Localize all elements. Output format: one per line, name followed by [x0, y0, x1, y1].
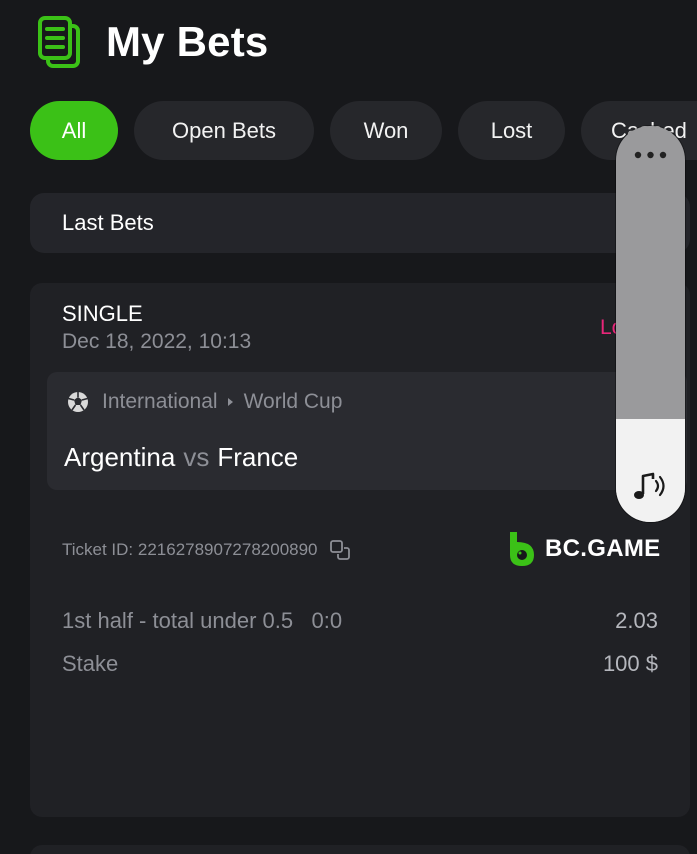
stake-value: 100 $ — [602, 651, 658, 676]
tab-won[interactable]: Won — [330, 101, 442, 160]
brand-name: BC.GAME — [545, 535, 661, 562]
tab-lost[interactable]: Lost — [458, 101, 565, 160]
bet-type: SINGLE — [62, 301, 143, 326]
stake-row: Stake 100 $ — [62, 651, 658, 677]
league-tournament: World Cup — [243, 390, 343, 413]
volume-slider-overlay[interactable] — [616, 126, 685, 522]
market-score: 0:0 — [311, 608, 343, 633]
copy-icon[interactable] — [329, 539, 351, 561]
next-bet-card[interactable] — [30, 845, 690, 854]
page-title: My Bets — [106, 18, 269, 65]
league-breadcrumb: International World Cup — [67, 390, 342, 414]
market-info: 1st half - total under 0.5 0:0 — [62, 608, 342, 634]
match-teams: Argentina vs France — [64, 442, 298, 473]
soccer-ball-icon — [68, 392, 88, 412]
stake-label: Stake — [62, 651, 119, 676]
page-header: My Bets — [36, 14, 268, 70]
bets-list-icon — [38, 16, 80, 68]
match-info: International World Cup Argentina vs Franc… — [47, 372, 687, 490]
last-bets-dropdown[interactable]: Last Bets — [30, 193, 690, 253]
bet-filter-tabs: All Open Bets Won Lost Cashed — [30, 101, 697, 160]
ticket-id: Ticket ID: 2216278907278200890 — [62, 539, 351, 561]
home-team: Argentina — [64, 442, 176, 472]
ticket-id-label: Ticket ID: 2216278907278200890 — [62, 540, 318, 559]
market-name: 1st half - total under 0.5 — [62, 608, 294, 633]
away-team: France — [217, 442, 299, 472]
bet-date: Dec 18, 2022, 10:13 — [62, 330, 252, 353]
last-bets-label: Last Bets — [62, 210, 154, 235]
tab-open-bets[interactable]: Open Bets — [134, 101, 314, 160]
more-options-icon[interactable] — [616, 148, 685, 162]
music-volume-icon — [634, 472, 665, 499]
bc-game-logo-icon — [510, 532, 534, 566]
bet-card[interactable]: SINGLE Dec 18, 2022, 10:13 Lost Internat… — [30, 283, 690, 817]
brand-logo: BC.GAME — [507, 530, 660, 568]
league-category: International — [102, 390, 218, 413]
odds-value: 2.03 — [615, 608, 658, 633]
my-bets-screen: My Bets All Open Bets Won Lost Cashed La… — [0, 0, 697, 854]
vs-label: vs — [183, 442, 210, 472]
caret-right-icon — [227, 398, 233, 406]
bet-selection-row: 1st half - total under 0.5 0:0 2.03 — [62, 608, 658, 634]
tab-all[interactable]: All — [30, 101, 118, 160]
